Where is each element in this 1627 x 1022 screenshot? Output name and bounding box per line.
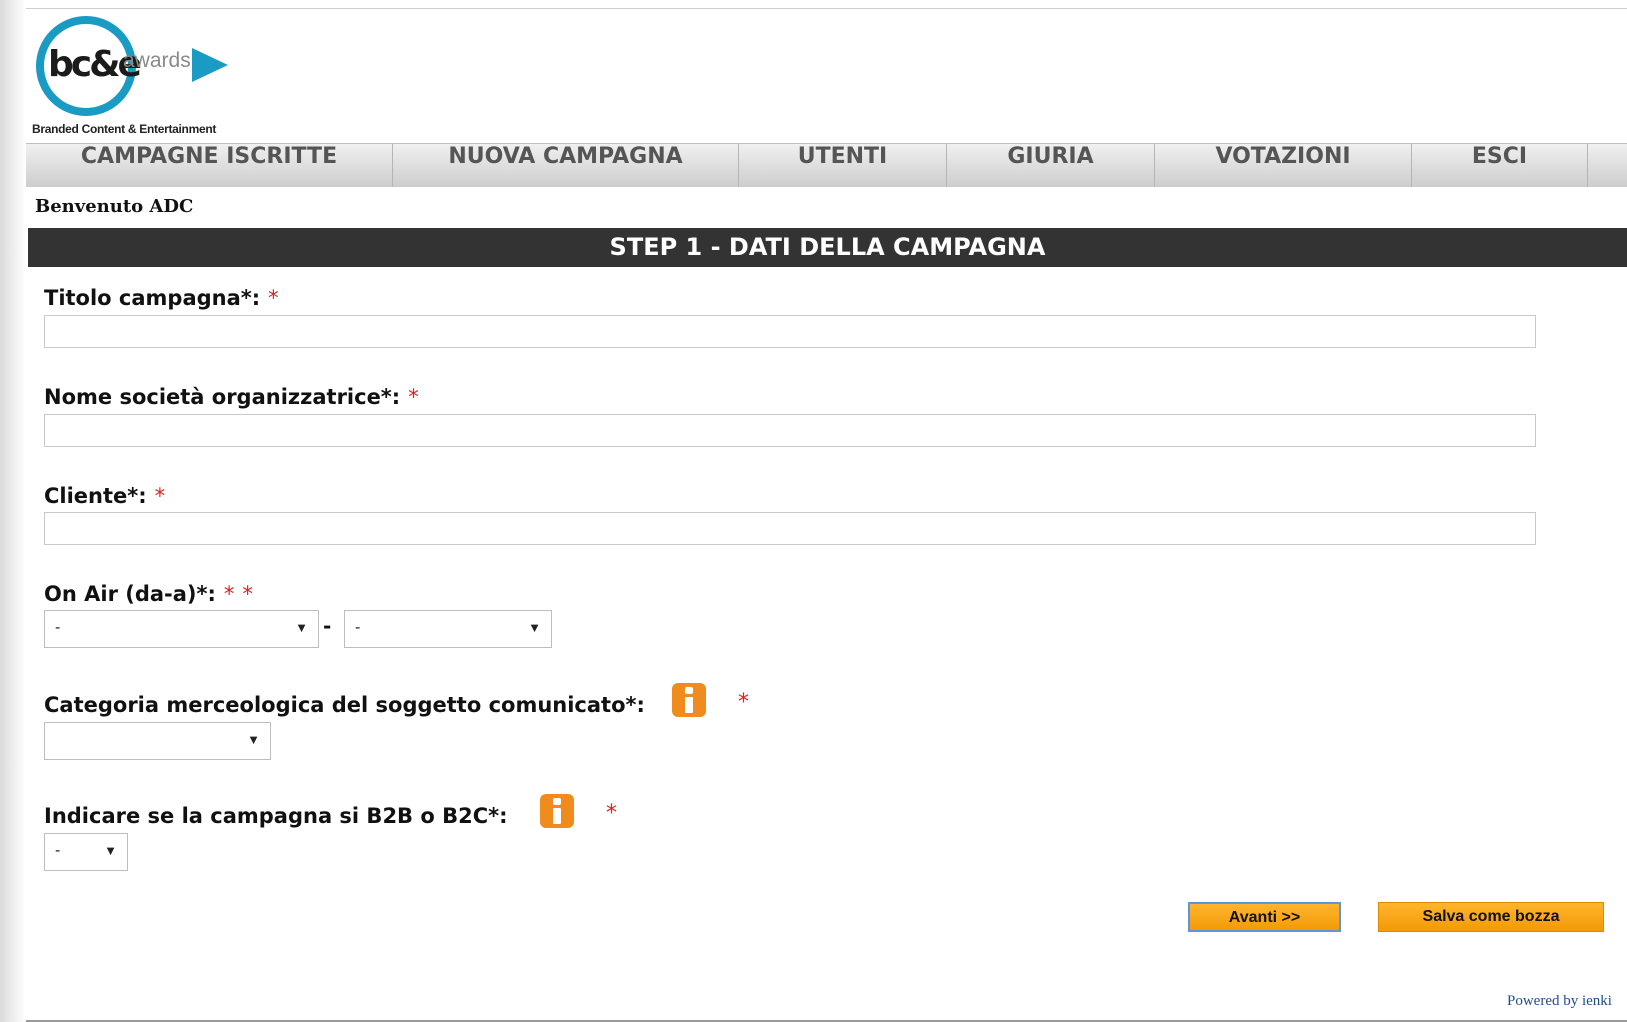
- client-label-text: Cliente*:: [44, 484, 147, 508]
- required-mark: *: [223, 582, 235, 606]
- category-select[interactable]: ▼: [44, 722, 271, 760]
- dropdown-arrow-icon: ▼: [104, 843, 117, 858]
- powered-by-link[interactable]: Powered by ienki: [1507, 993, 1612, 1010]
- welcome-text: Benvenuto ADC: [35, 196, 194, 217]
- company-label-text: Nome società organizzatrice*:: [44, 385, 401, 409]
- step-title: STEP 1 - DATI DELLA CAMPAGNA: [28, 228, 1627, 267]
- b2b-field-label: Indicare se la campagna si B2B o B2C*:: [44, 804, 508, 828]
- nav-esci[interactable]: ESCI: [1412, 144, 1588, 187]
- b2b-b2c-select[interactable]: - ▼: [44, 833, 128, 871]
- onair-label-text: On Air (da-a)*:: [44, 582, 216, 606]
- top-divider: [26, 8, 1627, 9]
- client-field-label: Cliente*: *: [44, 484, 165, 508]
- nav-utenti[interactable]: UTENTI: [739, 144, 947, 187]
- title-field-label: Titolo campagna*: *: [44, 286, 279, 310]
- nav-giuria[interactable]: GIURIA: [947, 144, 1155, 187]
- logo-awards-text: awards: [123, 49, 191, 72]
- nav-nuova-campagna[interactable]: NUOVA CAMPAGNA: [393, 144, 739, 187]
- dropdown-arrow-icon: ▼: [528, 620, 541, 635]
- required-mark: *: [154, 484, 166, 508]
- required-mark: *: [408, 385, 419, 409]
- onair-from-value: -: [55, 619, 61, 636]
- bce-awards-logo[interactable]: bc&e awards Branded Content & Entertainm…: [30, 14, 240, 139]
- logo-tagline: Branded Content & Entertainment: [32, 122, 217, 136]
- category-field-label: Categoria merceologica del soggetto comu…: [44, 693, 645, 717]
- company-name-input[interactable]: [44, 414, 1536, 447]
- title-label-text: Titolo campagna*:: [44, 286, 261, 310]
- nav-votazioni[interactable]: VOTAZIONI: [1155, 144, 1412, 187]
- page-left-edge: [0, 0, 26, 1022]
- next-button[interactable]: Avanti >>: [1188, 902, 1341, 932]
- onair-to-select[interactable]: - ▼: [344, 610, 552, 648]
- required-mark: *: [738, 690, 749, 715]
- client-input[interactable]: [44, 512, 1536, 545]
- required-mark: *: [268, 286, 279, 310]
- onair-from-select[interactable]: - ▼: [44, 610, 319, 648]
- main-nav: CAMPAGNE ISCRITTE NUOVA CAMPAGNA UTENTI …: [26, 143, 1627, 187]
- required-mark: *: [606, 801, 617, 826]
- onair-separator: -: [323, 614, 332, 638]
- info-icon[interactable]: [672, 683, 706, 717]
- company-field-label: Nome società organizzatrice*: *: [44, 385, 419, 409]
- dropdown-arrow-icon: ▼: [295, 620, 308, 635]
- campaign-title-input[interactable]: [44, 315, 1536, 348]
- play-icon: [192, 48, 228, 82]
- onair-to-value: -: [355, 619, 361, 636]
- onair-field-label: On Air (da-a)*: * *: [44, 582, 253, 606]
- nav-campagne-iscritte[interactable]: CAMPAGNE ISCRITTE: [26, 144, 393, 187]
- required-mark: *: [242, 582, 253, 606]
- dropdown-arrow-icon: ▼: [247, 732, 260, 747]
- info-icon[interactable]: [540, 794, 574, 828]
- save-draft-button[interactable]: Salva come bozza: [1378, 902, 1604, 932]
- b2b-value: -: [55, 842, 61, 859]
